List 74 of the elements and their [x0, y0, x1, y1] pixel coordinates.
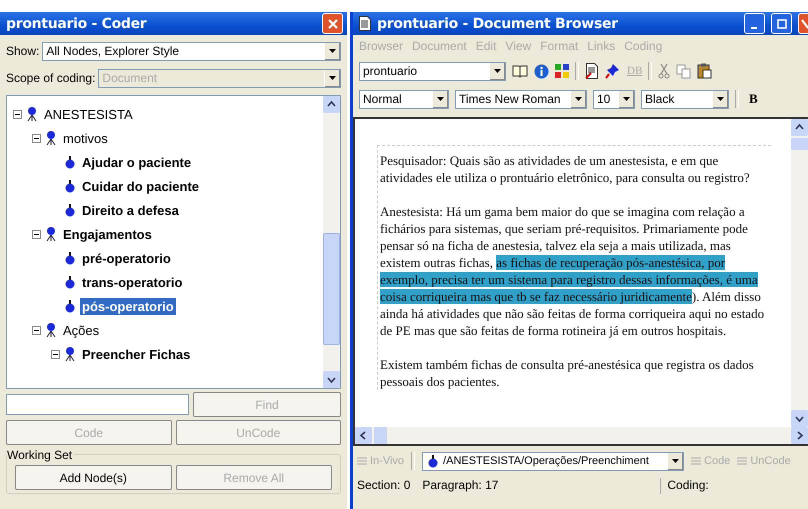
copy-icon[interactable]: [676, 64, 692, 78]
tree-node[interactable]: Cuidar do paciente: [80, 178, 202, 194]
node-figure-icon: [25, 106, 39, 122]
tree-node[interactable]: Direito a defesa: [80, 202, 181, 218]
node-drop-icon: [63, 250, 77, 266]
tree-node[interactable]: Ações: [61, 322, 102, 338]
vertical-scrollbar[interactable]: [791, 119, 808, 427]
tree-node[interactable]: ANESTESISTA: [42, 106, 135, 122]
lines-icon: [691, 457, 702, 465]
collapse-icon[interactable]: [32, 230, 41, 238]
collapse-icon[interactable]: [32, 134, 41, 142]
info-icon[interactable]: [534, 64, 549, 78]
window-title: prontuario - Coder: [6, 16, 148, 32]
window-title: prontuario - Document Browser: [377, 16, 618, 32]
font-dropdown[interactable]: Times New Roman: [455, 90, 587, 108]
show-label: Show:: [6, 44, 40, 58]
collapse-icon[interactable]: [32, 326, 41, 334]
lines-icon: [737, 457, 748, 465]
size-dropdown[interactable]: 10: [593, 90, 635, 108]
add-nodes-button[interactable]: Add Node(s): [15, 465, 172, 490]
node-drop-icon: [63, 274, 77, 290]
close-button[interactable]: [322, 13, 343, 34]
collapse-icon[interactable]: [13, 110, 22, 118]
coding-status: Coding:: [667, 478, 709, 494]
book-icon[interactable]: [512, 64, 528, 78]
node-figure-icon: [63, 346, 77, 362]
group-label: Working Set: [7, 448, 74, 462]
tree-node[interactable]: motivos: [61, 130, 110, 146]
close-icon: [800, 18, 808, 30]
color-dropdown[interactable]: Black: [641, 90, 729, 108]
tree-node[interactable]: pré-operatorio: [80, 250, 173, 266]
scope-label: Scope of coding:: [6, 71, 96, 85]
node-dropdown[interactable]: /ANESTESISTA/Operações/Preenchiment: [422, 452, 684, 470]
maximize-icon: [776, 18, 786, 28]
node-figure-icon: [44, 226, 58, 242]
node-figure-icon: [44, 322, 58, 338]
paragraph: Existem também fichas de consulta pré-anestésica que registra os dados pessoais dos pacientes.: [380, 356, 755, 390]
tree-node[interactable]: pós-operatorio: [80, 298, 176, 314]
paste-icon[interactable]: [697, 63, 712, 79]
node-drop-icon: [426, 453, 440, 469]
find-field[interactable]: [6, 394, 189, 415]
document-icon: [359, 16, 371, 31]
scroll-thumb[interactable]: [791, 138, 808, 150]
style-dropdown[interactable]: Normal: [359, 90, 449, 108]
vertical-scrollbar[interactable]: [323, 96, 340, 388]
paragraph: Anestesista: Há um gama bem maior do que se imagina com relação a fichários para sistemas, que seriam pré-requisitos. Primariamente pode pensar só na ficha de anestesia, talvez ela seja a mais utilizada, mas existem outras fichas, as fichas de recuperação pós-anestésica, por exemplo, precisa ter um sistema para registro dessas informações, é uma coisa corriqueira mas que tb se faz necessário juridicamente). Além disso ainda há atividades que não são feitas de forma corriqueira aqui no estado de PE mas que são feitas de forma rotineira já em outros hospitais.: [380, 203, 766, 339]
bold-button[interactable]: B: [745, 91, 762, 107]
horizontal-scrollbar[interactable]: [355, 427, 808, 444]
node-drop-icon: [63, 298, 77, 314]
color-grid-icon[interactable]: [555, 64, 569, 78]
document-delete-icon[interactable]: [585, 63, 599, 79]
collapse-icon[interactable]: [51, 350, 60, 358]
close-button[interactable]: [798, 13, 808, 34]
close-icon: [326, 18, 338, 30]
document-dropdown[interactable]: prontuario: [359, 62, 506, 80]
paragraph-status: Paragraph: 17: [422, 478, 662, 494]
scroll-thumb[interactable]: [374, 427, 387, 444]
node-drop-icon: [63, 202, 77, 218]
pin-icon[interactable]: [605, 63, 621, 79]
tree-node[interactable]: Ajudar o paciente: [80, 154, 194, 170]
lines-icon: [357, 457, 367, 465]
cut-icon[interactable]: [658, 63, 670, 79]
section-status: Section: 0: [357, 478, 410, 494]
paragraph: Pesquisador: Quais são as atividades de um anestesista, e em que atividades ele utiliza o prontuário eletrônico, para consulta ou registro?: [380, 152, 751, 186]
node-drop-icon: [63, 154, 77, 170]
tree-node[interactable]: Engajamentos: [61, 226, 154, 242]
tree-node[interactable]: trans-operatorio: [80, 274, 184, 290]
minimize-icon: [750, 26, 756, 28]
node-drop-icon: [63, 178, 77, 194]
minimize-button[interactable]: [744, 13, 765, 34]
maximize-button[interactable]: [771, 13, 792, 34]
node-figure-icon: [44, 130, 58, 146]
show-dropdown[interactable]: All Nodes, Explorer Style: [42, 42, 341, 60]
tree-node[interactable]: Preencher Fichas: [80, 346, 192, 362]
